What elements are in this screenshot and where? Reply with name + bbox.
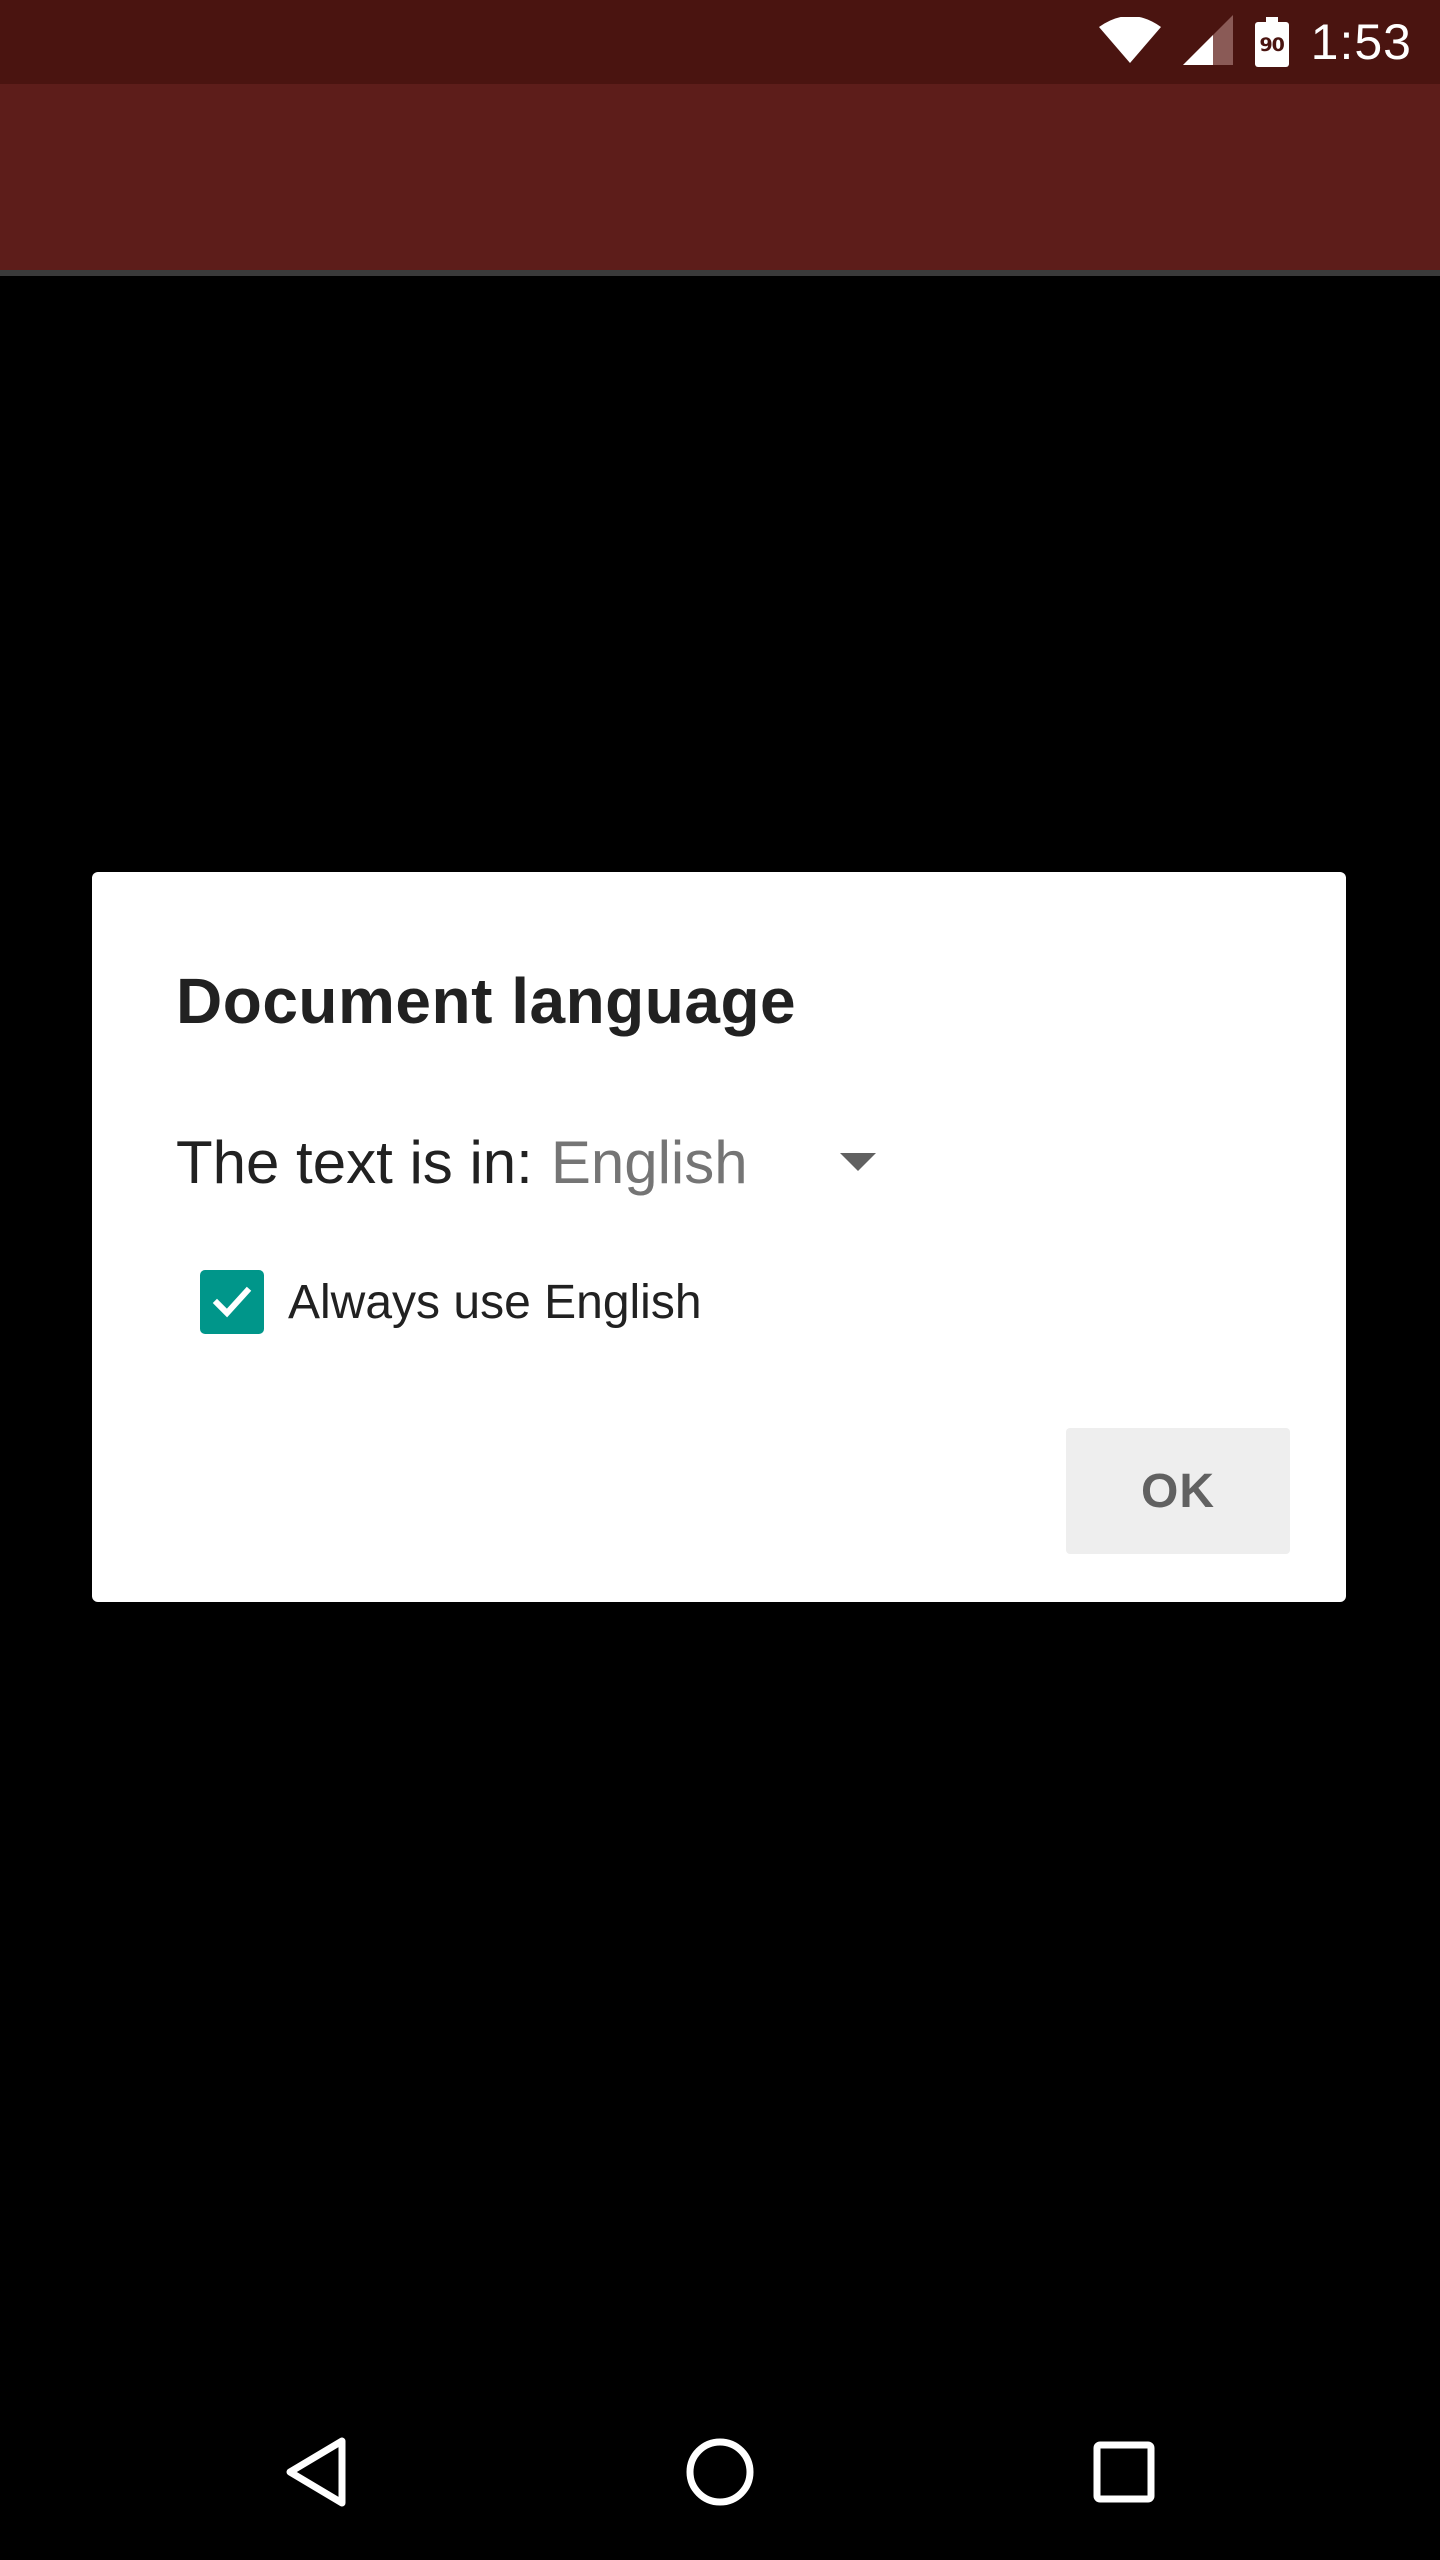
status-bar: 90 1:53 xyxy=(0,0,1440,84)
always-use-checkbox[interactable] xyxy=(200,1270,264,1334)
language-row: The text is in: English xyxy=(176,1122,876,1202)
language-dropdown[interactable]: English xyxy=(551,1128,876,1197)
status-time: 1:53 xyxy=(1310,14,1412,70)
checkmark-icon xyxy=(212,1286,252,1318)
cell-signal-icon xyxy=(1182,14,1233,70)
recents-icon xyxy=(1093,2441,1155,2503)
home-icon xyxy=(686,2438,754,2506)
navigation-bar xyxy=(0,2384,1440,2560)
home-button[interactable] xyxy=(632,2384,808,2560)
recents-button[interactable] xyxy=(1036,2384,1212,2560)
language-label: The text is in: xyxy=(176,1128,533,1196)
always-use-label: Always use English xyxy=(288,1275,702,1329)
app-bar xyxy=(0,84,1440,276)
battery-level: 90 xyxy=(1259,33,1284,56)
back-icon xyxy=(286,2437,346,2507)
dialog-title: Document language xyxy=(176,965,797,1037)
always-use-row[interactable]: Always use English xyxy=(200,1262,702,1342)
document-language-dialog: Document language The text is in: Englis… xyxy=(92,872,1346,1602)
dropdown-arrow-icon xyxy=(839,1153,876,1171)
status-icons: 90 1:53 xyxy=(1098,0,1412,84)
language-value: English xyxy=(550,1128,748,1196)
battery-icon: 90 xyxy=(1254,17,1289,67)
wifi-icon xyxy=(1098,15,1161,68)
back-button[interactable] xyxy=(228,2384,404,2560)
ok-button[interactable]: OK xyxy=(1066,1428,1290,1554)
